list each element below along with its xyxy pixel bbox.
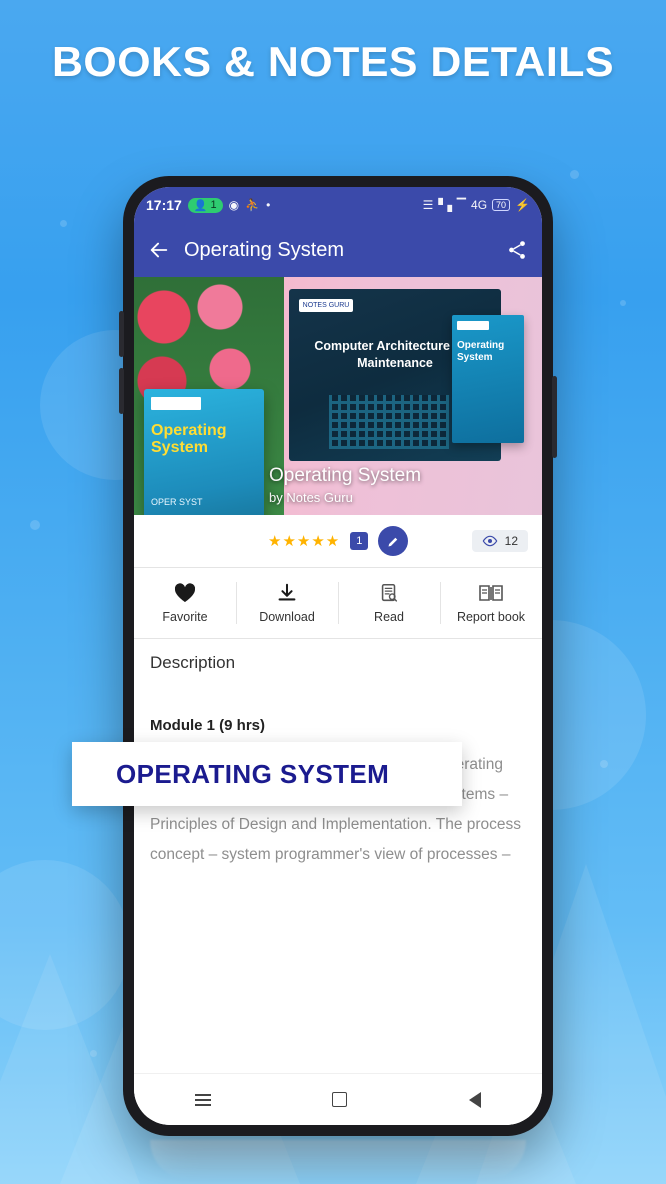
heart-icon — [174, 583, 196, 602]
rating-count-badge: 1 — [350, 532, 369, 550]
read-button[interactable]: Read — [338, 568, 440, 638]
circuit-art — [329, 395, 449, 449]
signal-4g-icon: 4G — [471, 198, 488, 212]
phone-reflection — [150, 1140, 526, 1180]
app-bar: Operating System — [134, 223, 542, 277]
back-button[interactable] — [148, 239, 170, 261]
share-icon — [509, 241, 525, 259]
module-title: Module 1 (9 hrs) — [150, 717, 266, 734]
edit-rating-button[interactable] — [378, 526, 409, 556]
primary-book-subtitle: OPER SYST — [151, 496, 203, 507]
page-title: BOOKS & NOTES DETAILS — [51, 38, 615, 85]
eye-icon — [482, 535, 497, 547]
tertiary-book-cover: Operating System — [452, 315, 524, 443]
status-bar-left: 17:17 👤 1 ◉ ⛹ • — [146, 197, 270, 213]
camera-icon: ◉ — [228, 198, 240, 212]
volume-down-button[interactable] — [119, 368, 124, 414]
volte-icon: ☰ — [422, 198, 434, 212]
back-icon[interactable] — [469, 1091, 482, 1108]
download-button[interactable]: Download — [236, 568, 338, 638]
hero-title: Operating System — [269, 465, 422, 486]
power-button[interactable] — [552, 376, 557, 458]
primary-book-cover: Operating System OPER SYST www.notesguru… — [144, 389, 264, 515]
views-count: 12 — [504, 534, 518, 548]
share-button[interactable] — [506, 239, 528, 261]
signal-icon: ▘▖▔ — [438, 198, 467, 212]
rating-bar: ★★★★★ 1 12 — [134, 515, 542, 567]
hero-text-overlay: Operating System by Notes Guru — [269, 465, 421, 505]
home-icon[interactable] — [332, 1092, 348, 1107]
status-bar-right: ☰ ▘▖▔ 4G 70 ⚡ — [423, 198, 530, 212]
dot-shape — [570, 170, 579, 179]
description-label: Description — [150, 653, 236, 672]
star-rating[interactable]: ★★★★★ — [268, 532, 340, 550]
dot-icon: • — [266, 198, 271, 212]
walk-icon: ⛹ — [245, 198, 261, 212]
book-cover-banner: NOTES GURU Computer Architecture and Mai… — [134, 277, 542, 515]
primary-book-title: Operating System — [151, 422, 227, 457]
report-book-label: Report book — [456, 610, 526, 624]
app-bar-title: Operating System — [184, 238, 345, 261]
favorite-button[interactable]: Favorite — [134, 568, 236, 638]
system-nav-bar — [134, 1073, 542, 1125]
publisher-logo — [151, 397, 201, 410]
notification-count: 1 — [210, 199, 217, 211]
tertiary-book-title: Operating System — [457, 340, 505, 363]
views-counter: 12 — [471, 530, 528, 552]
favorite-label: Favorite — [162, 610, 208, 624]
battery-icon: 70 — [492, 199, 511, 211]
download-icon — [278, 583, 296, 601]
publisher-logo: NOTES GURU — [299, 299, 353, 312]
volume-up-button[interactable] — [119, 311, 124, 357]
callout-text: OPERATING SYSTEM — [116, 758, 390, 789]
dot-shape — [600, 760, 608, 768]
dot-shape — [60, 220, 67, 227]
arrow-left-icon — [150, 242, 168, 258]
read-icon — [381, 583, 398, 602]
status-bar: 17:17 👤 1 ◉ ⛹ • ☰ ▘▖▔ 4G 70 ⚡ — [134, 187, 542, 223]
action-bar: Favorite Download Read Report book — [134, 567, 542, 639]
hero-author: by Notes Guru — [269, 490, 353, 505]
pencil-icon — [388, 537, 397, 546]
notification-badge: 👤 1 — [187, 197, 223, 213]
person-badge-icon: 👤 — [193, 199, 208, 212]
dot-shape — [90, 1050, 97, 1057]
report-book-button[interactable]: Report book — [440, 568, 542, 638]
status-time: 17:17 — [146, 197, 182, 213]
publisher-logo — [457, 321, 489, 330]
read-label: Read — [374, 610, 404, 624]
phone-frame: 17:17 👤 1 ◉ ⛹ • ☰ ▘▖▔ 4G 70 ⚡ Operating … — [119, 176, 557, 1136]
charging-icon: ⚡ — [515, 198, 530, 212]
recents-icon[interactable] — [194, 1093, 211, 1106]
dot-shape — [620, 300, 626, 306]
report-book-icon — [479, 585, 503, 601]
dot-shape — [30, 520, 40, 530]
callout-banner: OPERATING SYSTEM — [72, 742, 462, 806]
phone-screen: 17:17 👤 1 ◉ ⛹ • ☰ ▘▖▔ 4G 70 ⚡ Operating … — [134, 187, 542, 1125]
download-label: Download — [259, 610, 315, 624]
